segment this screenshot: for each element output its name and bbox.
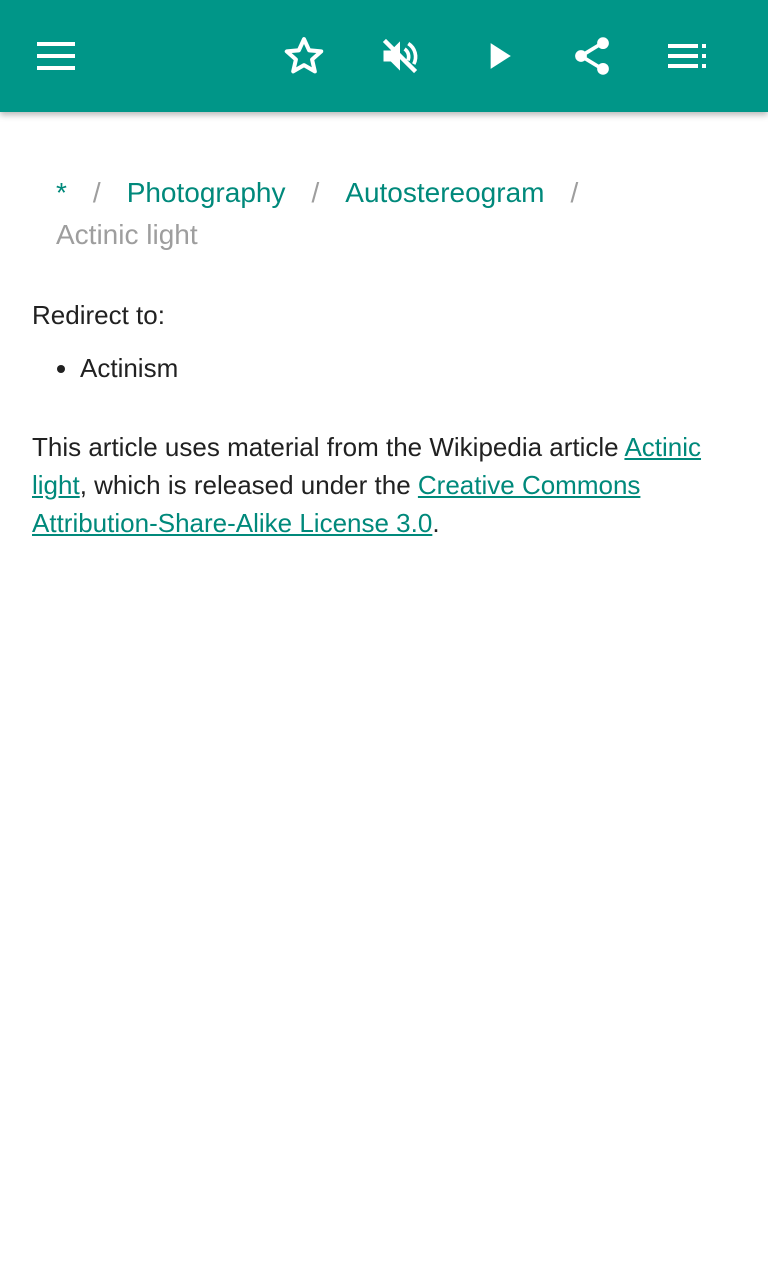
breadcrumb-link-autostereogram[interactable]: Autostereogram bbox=[345, 177, 544, 208]
redirect-item[interactable]: Actinism bbox=[80, 346, 722, 390]
play-icon bbox=[476, 34, 520, 78]
breadcrumb-separator: / bbox=[311, 177, 320, 208]
playlist-icon bbox=[668, 42, 708, 70]
breadcrumb-root-link[interactable]: * bbox=[56, 177, 67, 208]
article-content: Redirect to: Actinism This article uses … bbox=[32, 296, 722, 542]
favorite-button[interactable] bbox=[264, 16, 344, 96]
star-outline-icon bbox=[282, 34, 326, 78]
share-button[interactable] bbox=[552, 16, 632, 96]
share-icon bbox=[570, 34, 614, 78]
redirect-list: Actinism bbox=[32, 346, 722, 390]
breadcrumb-separator: / bbox=[92, 177, 101, 208]
attribution-middle: , which is released under the bbox=[79, 470, 418, 500]
menu-button[interactable] bbox=[16, 16, 96, 96]
redirect-label: Redirect to: bbox=[32, 300, 165, 330]
top-app-bar bbox=[0, 0, 768, 112]
menu-icon bbox=[37, 42, 75, 70]
attribution-prefix: This article uses material from the Wiki… bbox=[32, 432, 625, 462]
volume-off-icon bbox=[378, 34, 422, 78]
breadcrumb: * / Photography / Autostereogram / Actinic li… bbox=[56, 172, 736, 256]
breadcrumb-link-photography[interactable]: Photography bbox=[127, 177, 286, 208]
playlist-button[interactable] bbox=[648, 16, 728, 96]
attribution-suffix: . bbox=[432, 508, 440, 538]
mute-button[interactable] bbox=[360, 16, 440, 96]
breadcrumb-separator: / bbox=[570, 177, 579, 208]
breadcrumb-current: Actinic light bbox=[56, 219, 198, 250]
attribution-text: This article uses material from the Wiki… bbox=[32, 428, 722, 542]
play-button[interactable] bbox=[458, 16, 538, 96]
